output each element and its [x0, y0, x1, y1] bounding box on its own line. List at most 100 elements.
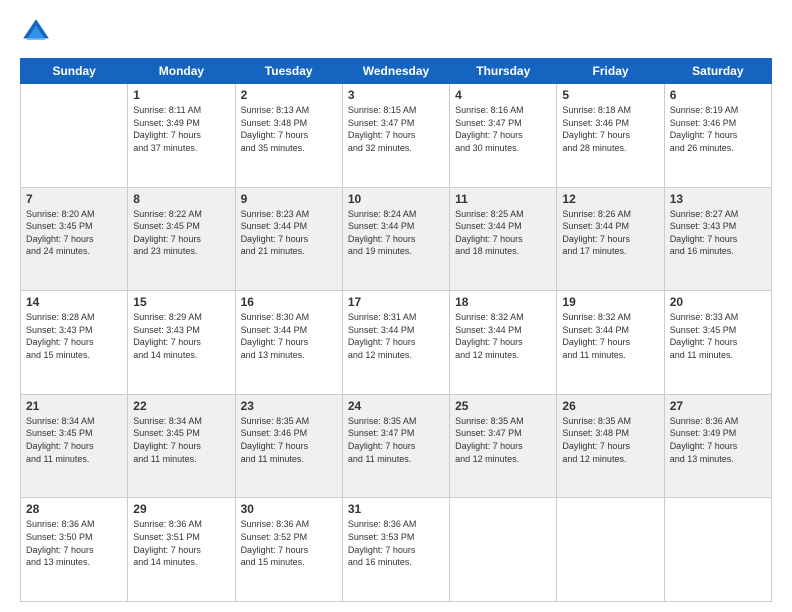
day-number: 15	[133, 295, 229, 309]
day-number: 6	[670, 88, 766, 102]
col-header-tuesday: Tuesday	[235, 59, 342, 84]
calendar-cell: 18Sunrise: 8:32 AM Sunset: 3:44 PM Dayli…	[450, 291, 557, 395]
calendar-cell: 15Sunrise: 8:29 AM Sunset: 3:43 PM Dayli…	[128, 291, 235, 395]
day-number: 31	[348, 502, 444, 516]
cell-info: Sunrise: 8:35 AM Sunset: 3:47 PM Dayligh…	[348, 415, 444, 465]
calendar-cell: 24 Sunrise: 8:35 AM Sunset: 3:47 PM Dayli…	[342, 394, 449, 498]
col-header-friday: Friday	[557, 59, 664, 84]
calendar-cell: 3 Sunrise: 8:15 AM Sunset: 3:47 PM Daylig…	[342, 84, 449, 188]
cell-info: Sunrise: 8:31 AM Sunset: 3:44 PM Dayligh…	[348, 311, 444, 361]
calendar-cell: 10Sunrise: 8:24 AM Sunset: 3:44 PM Dayli…	[342, 187, 449, 291]
day-number: 13	[670, 192, 766, 206]
day-number: 21	[26, 399, 122, 413]
cell-info: Sunrise: 8:25 AM Sunset: 3:44 PM Dayligh…	[455, 208, 551, 258]
calendar-cell: 26 Sunrise: 8:35 AM Sunset: 3:48 PM Dayli…	[557, 394, 664, 498]
calendar-cell: 12Sunrise: 8:26 AM Sunset: 3:44 PM Dayli…	[557, 187, 664, 291]
col-header-monday: Monday	[128, 59, 235, 84]
cell-info: Sunrise: 8:18 AM Sunset: 3:46 PM Dayligh…	[562, 104, 658, 154]
day-number: 17	[348, 295, 444, 309]
cell-info: Sunrise: 8:20 AM Sunset: 3:45 PM Dayligh…	[26, 208, 122, 258]
day-number: 20	[670, 295, 766, 309]
calendar-cell: 21 Sunrise: 8:34 AM Sunset: 3:45 PM Dayli…	[21, 394, 128, 498]
logo	[20, 16, 56, 48]
calendar-week-2: 7 Sunrise: 8:20 AM Sunset: 3:45 PM Daylig…	[21, 187, 772, 291]
day-number: 16	[241, 295, 337, 309]
calendar-cell: 11 Sunrise: 8:25 AM Sunset: 3:44 PM Dayli…	[450, 187, 557, 291]
calendar-cell: 9Sunrise: 8:23 AM Sunset: 3:44 PM Daylig…	[235, 187, 342, 291]
col-header-sunday: Sunday	[21, 59, 128, 84]
logo-icon	[20, 16, 52, 48]
calendar-cell: 1Sunrise: 8:11 AM Sunset: 3:49 PM Daylig…	[128, 84, 235, 188]
cell-info: Sunrise: 8:11 AM Sunset: 3:49 PM Dayligh…	[133, 104, 229, 154]
cell-info: Sunrise: 8:36 AM Sunset: 3:51 PM Dayligh…	[133, 518, 229, 568]
day-number: 5	[562, 88, 658, 102]
day-number: 12	[562, 192, 658, 206]
cell-info: Sunrise: 8:15 AM Sunset: 3:47 PM Dayligh…	[348, 104, 444, 154]
day-number: 7	[26, 192, 122, 206]
col-header-saturday: Saturday	[664, 59, 771, 84]
col-header-wednesday: Wednesday	[342, 59, 449, 84]
calendar-week-5: 28 Sunrise: 8:36 AM Sunset: 3:50 PM Dayli…	[21, 498, 772, 602]
calendar-week-3: 14 Sunrise: 8:28 AM Sunset: 3:43 PM Dayli…	[21, 291, 772, 395]
calendar-cell	[557, 498, 664, 602]
calendar-cell: 17 Sunrise: 8:31 AM Sunset: 3:44 PM Dayli…	[342, 291, 449, 395]
cell-info: Sunrise: 8:22 AM Sunset: 3:45 PM Dayligh…	[133, 208, 229, 258]
calendar-cell: 27 Sunrise: 8:36 AM Sunset: 3:49 PM Dayli…	[664, 394, 771, 498]
calendar-cell: 22 Sunrise: 8:34 AM Sunset: 3:45 PM Dayli…	[128, 394, 235, 498]
calendar-header-row: SundayMondayTuesdayWednesdayThursdayFrid…	[21, 59, 772, 84]
cell-info: Sunrise: 8:27 AM Sunset: 3:43 PM Dayligh…	[670, 208, 766, 258]
cell-info: Sunrise: 8:13 AM Sunset: 3:48 PM Dayligh…	[241, 104, 337, 154]
day-number: 8	[133, 192, 229, 206]
calendar-cell	[664, 498, 771, 602]
cell-info: Sunrise: 8:36 AM Sunset: 3:53 PM Dayligh…	[348, 518, 444, 568]
cell-info: Sunrise: 8:32 AM Sunset: 3:44 PM Dayligh…	[562, 311, 658, 361]
calendar-cell: 6Sunrise: 8:19 AM Sunset: 3:46 PM Daylig…	[664, 84, 771, 188]
day-number: 14	[26, 295, 122, 309]
day-number: 26	[562, 399, 658, 413]
cell-info: Sunrise: 8:36 AM Sunset: 3:49 PM Dayligh…	[670, 415, 766, 465]
calendar-cell	[21, 84, 128, 188]
cell-info: Sunrise: 8:35 AM Sunset: 3:46 PM Dayligh…	[241, 415, 337, 465]
calendar-cell: 30 Sunrise: 8:36 AM Sunset: 3:52 PM Dayli…	[235, 498, 342, 602]
cell-info: Sunrise: 8:28 AM Sunset: 3:43 PM Dayligh…	[26, 311, 122, 361]
page: SundayMondayTuesdayWednesdayThursdayFrid…	[0, 0, 792, 612]
cell-info: Sunrise: 8:23 AM Sunset: 3:44 PM Dayligh…	[241, 208, 337, 258]
day-number: 11	[455, 192, 551, 206]
day-number: 27	[670, 399, 766, 413]
day-number: 2	[241, 88, 337, 102]
day-number: 3	[348, 88, 444, 102]
cell-info: Sunrise: 8:36 AM Sunset: 3:52 PM Dayligh…	[241, 518, 337, 568]
cell-info: Sunrise: 8:34 AM Sunset: 3:45 PM Dayligh…	[26, 415, 122, 465]
day-number: 18	[455, 295, 551, 309]
calendar-cell: 25 Sunrise: 8:35 AM Sunset: 3:47 PM Dayli…	[450, 394, 557, 498]
cell-info: Sunrise: 8:35 AM Sunset: 3:47 PM Dayligh…	[455, 415, 551, 465]
day-number: 22	[133, 399, 229, 413]
calendar-cell: 5 Sunrise: 8:18 AM Sunset: 3:46 PM Daylig…	[557, 84, 664, 188]
header	[20, 16, 772, 48]
cell-info: Sunrise: 8:36 AM Sunset: 3:50 PM Dayligh…	[26, 518, 122, 568]
calendar-cell: 4Sunrise: 8:16 AM Sunset: 3:47 PM Daylig…	[450, 84, 557, 188]
calendar-cell	[450, 498, 557, 602]
day-number: 28	[26, 502, 122, 516]
day-number: 25	[455, 399, 551, 413]
calendar-week-1: 1Sunrise: 8:11 AM Sunset: 3:49 PM Daylig…	[21, 84, 772, 188]
calendar-cell: 13 Sunrise: 8:27 AM Sunset: 3:43 PM Dayli…	[664, 187, 771, 291]
calendar-cell: 28 Sunrise: 8:36 AM Sunset: 3:50 PM Dayli…	[21, 498, 128, 602]
day-number: 23	[241, 399, 337, 413]
calendar: SundayMondayTuesdayWednesdayThursdayFrid…	[20, 58, 772, 602]
day-number: 19	[562, 295, 658, 309]
cell-info: Sunrise: 8:30 AM Sunset: 3:44 PM Dayligh…	[241, 311, 337, 361]
calendar-cell: 14 Sunrise: 8:28 AM Sunset: 3:43 PM Dayli…	[21, 291, 128, 395]
cell-info: Sunrise: 8:35 AM Sunset: 3:48 PM Dayligh…	[562, 415, 658, 465]
calendar-cell: 23 Sunrise: 8:35 AM Sunset: 3:46 PM Dayli…	[235, 394, 342, 498]
day-number: 30	[241, 502, 337, 516]
day-number: 24	[348, 399, 444, 413]
cell-info: Sunrise: 8:16 AM Sunset: 3:47 PM Dayligh…	[455, 104, 551, 154]
calendar-cell: 2 Sunrise: 8:13 AM Sunset: 3:48 PM Daylig…	[235, 84, 342, 188]
calendar-cell: 16 Sunrise: 8:30 AM Sunset: 3:44 PM Dayli…	[235, 291, 342, 395]
day-number: 10	[348, 192, 444, 206]
day-number: 29	[133, 502, 229, 516]
calendar-cell: 7 Sunrise: 8:20 AM Sunset: 3:45 PM Daylig…	[21, 187, 128, 291]
calendar-cell: 20Sunrise: 8:33 AM Sunset: 3:45 PM Dayli…	[664, 291, 771, 395]
cell-info: Sunrise: 8:34 AM Sunset: 3:45 PM Dayligh…	[133, 415, 229, 465]
